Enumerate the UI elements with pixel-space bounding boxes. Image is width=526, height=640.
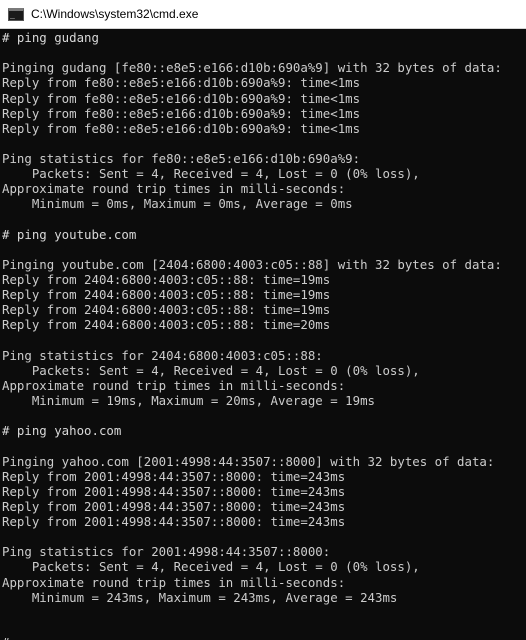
output-line: Pinging gudang [fe80::e8e5:e166:d10b:690… xyxy=(2,60,502,76)
output-line: Reply from fe80::e8e5:e166:d10b:690a%9: … xyxy=(2,105,361,121)
cmd-window: _ C:\Windows\system32\cmd.exe # ping gud… xyxy=(0,0,526,640)
output-line: Ping statistics for 2001:4998:44:3507::8… xyxy=(2,544,331,560)
output-line: Reply from fe80::e8e5:e166:d10b:690a%9: … xyxy=(2,120,361,136)
output-line: Packets: Sent = 4, Received = 4, Lost = … xyxy=(2,166,420,182)
command-line: # xyxy=(2,635,522,640)
output-line: Minimum = 243ms, Maximum = 243ms, Averag… xyxy=(2,589,398,605)
console-output: # ping gudangPinging gudang [fe80::e8e5:… xyxy=(2,30,522,640)
console-area[interactable]: # ping gudangPinging gudang [fe80::e8e5:… xyxy=(0,30,526,640)
output-line: Approximate round trip times in milli-se… xyxy=(2,377,346,393)
output-line: Ping statistics for 2404:6800:4003:c05::… xyxy=(2,347,323,363)
window-title: C:\Windows\system32\cmd.exe xyxy=(31,7,199,21)
output-line: Approximate round trip times in milli-se… xyxy=(2,181,346,197)
command-line: # ping gudang xyxy=(2,30,99,45)
output-line: Reply from fe80::e8e5:e166:d10b:690a%9: … xyxy=(2,75,361,91)
output-line: Pinging yahoo.com [2001:4998:44:3507::80… xyxy=(2,453,495,469)
output-line: Minimum = 19ms, Maximum = 20ms, Average … xyxy=(2,393,375,408)
output-line: Pinging youtube.com [2404:6800:4003:c05:… xyxy=(2,256,502,272)
command-line: # ping yahoo.com xyxy=(2,423,122,439)
output-line: Minimum = 0ms, Maximum = 0ms, Average = … xyxy=(2,196,353,212)
output-line: Reply from 2001:4998:44:3507::8000: time… xyxy=(2,498,346,514)
title-bar[interactable]: _ C:\Windows\system32\cmd.exe xyxy=(0,0,526,29)
output-line: Reply from 2001:4998:44:3507::8000: time… xyxy=(2,468,346,484)
output-line: Packets: Sent = 4, Received = 4, Lost = … xyxy=(2,362,420,378)
output-line: Reply from 2404:6800:4003:c05::88: time=… xyxy=(2,272,331,287)
output-line: Approximate round trip times in milli-se… xyxy=(2,574,346,590)
output-line: Reply from 2001:4998:44:3507::8000: time… xyxy=(2,514,346,529)
cmd-icon[interactable]: _ xyxy=(8,8,24,21)
command-line: # ping youtube.com xyxy=(2,226,137,242)
output-line: Reply from 2001:4998:44:3507::8000: time… xyxy=(2,483,346,499)
output-line: Reply from 2404:6800:4003:c05::88: time=… xyxy=(2,317,331,333)
output-line: Reply from 2404:6800:4003:c05::88: time=… xyxy=(2,287,331,303)
output-line: Reply from 2404:6800:4003:c05::88: time=… xyxy=(2,302,331,318)
output-line: Packets: Sent = 4, Received = 4, Lost = … xyxy=(2,559,420,575)
output-line: Ping statistics for fe80::e8e5:e166:d10b… xyxy=(2,151,361,166)
output-line: Reply from fe80::e8e5:e166:d10b:690a%9: … xyxy=(2,90,361,106)
